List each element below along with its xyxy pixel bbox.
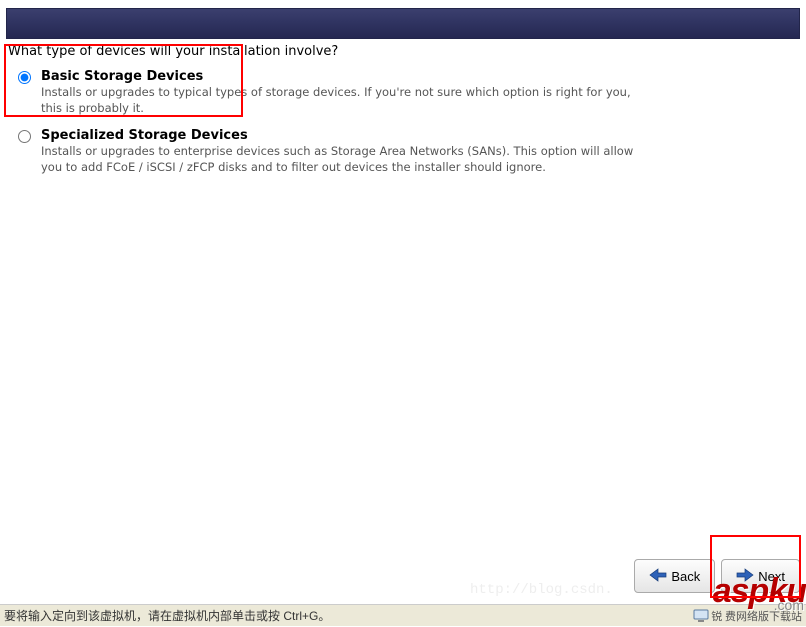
back-button[interactable]: Back <box>634 559 715 593</box>
radio-basic-storage[interactable] <box>18 71 31 84</box>
status-text: 要将输入定向到该虚拟机，请在虚拟机内部单击或按 Ctrl+G。 <box>4 607 693 624</box>
watermark-sub: .com <box>774 597 804 613</box>
tray-monitor-icon[interactable] <box>693 608 709 624</box>
back-button-label: Back <box>671 569 700 584</box>
page-question: What type of devices will your installat… <box>8 44 798 59</box>
radio-specialized-storage[interactable] <box>18 130 31 143</box>
aspku-watermark: aspku.com <box>713 572 806 611</box>
option-specialized-text: Specialized Storage Devices Installs or … <box>41 128 798 175</box>
option-specialized-title: Specialized Storage Devices <box>41 128 798 143</box>
ghost-url-watermark: http://blog.csdn. <box>470 582 613 598</box>
content-area: What type of devices will your installat… <box>8 44 798 187</box>
option-specialized-storage[interactable]: Specialized Storage Devices Installs or … <box>8 128 798 175</box>
option-specialized-desc: Installs or upgrades to enterprise devic… <box>41 144 641 175</box>
option-basic-storage[interactable]: Basic Storage Devices Installs or upgrad… <box>8 69 798 116</box>
option-basic-text: Basic Storage Devices Installs or upgrad… <box>41 69 798 116</box>
header-banner <box>6 8 800 39</box>
option-basic-title: Basic Storage Devices <box>41 69 798 84</box>
back-arrow-icon <box>649 568 667 585</box>
option-basic-desc: Installs or upgrades to typical types of… <box>41 85 641 116</box>
vm-status-bar: 要将输入定向到该虚拟机，请在虚拟机内部单击或按 Ctrl+G。 锐 费网络版下载… <box>0 604 806 626</box>
